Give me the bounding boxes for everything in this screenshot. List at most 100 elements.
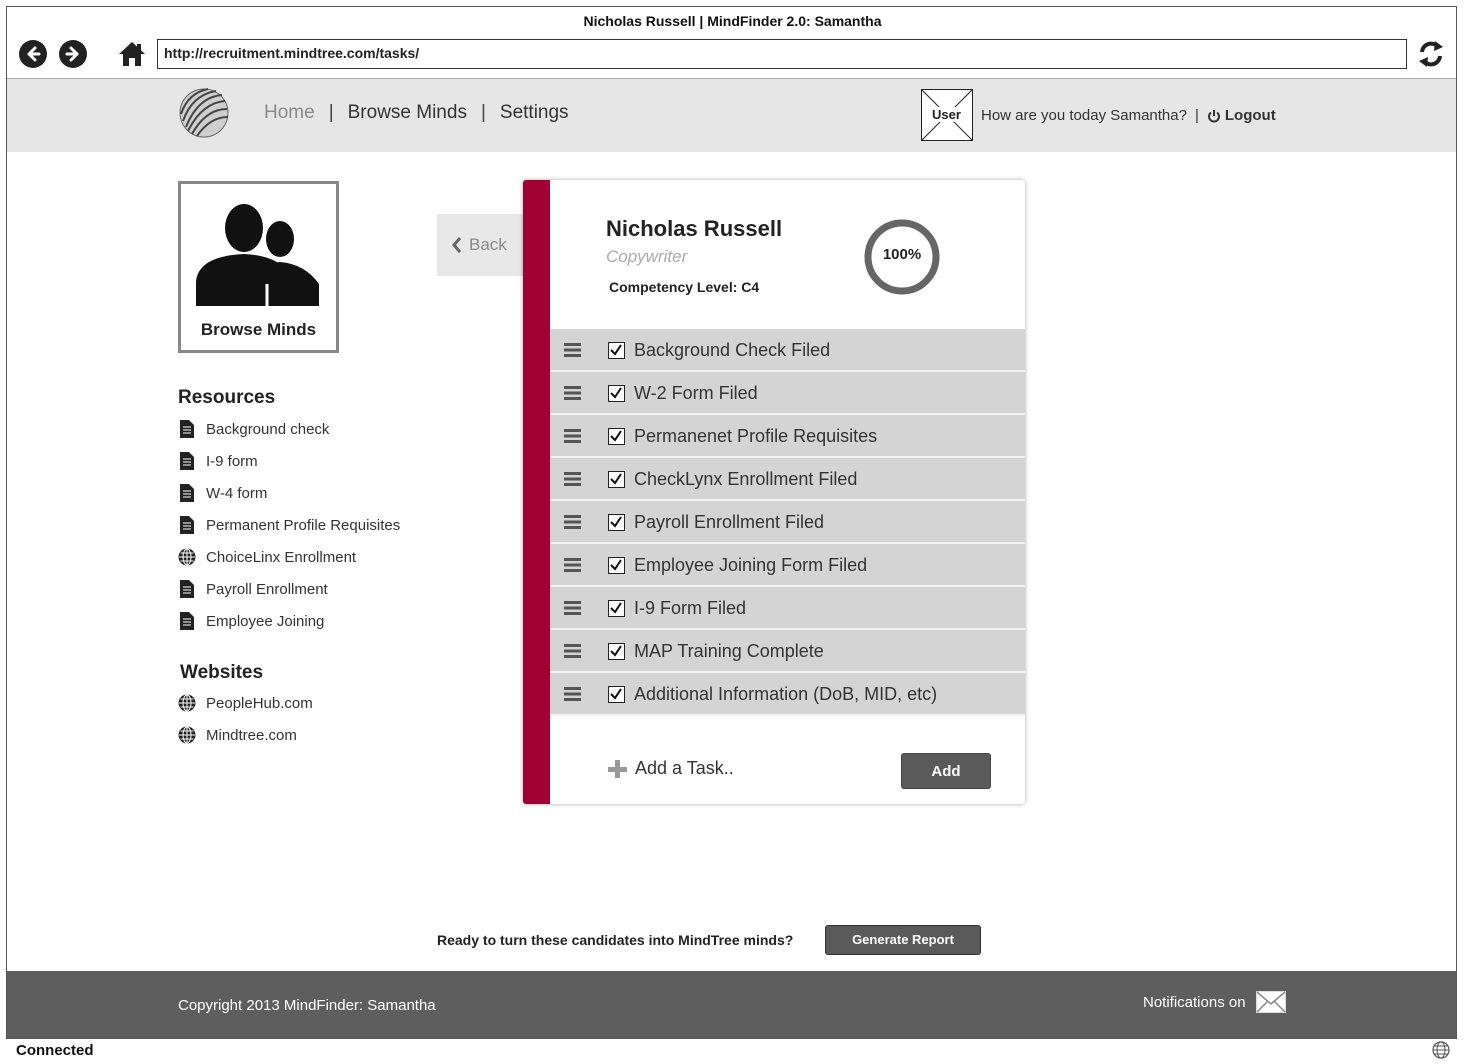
resource-label: Payroll Enrollment [206,580,328,598]
user-avatar-label: User [930,107,963,122]
refresh-button[interactable] [1416,38,1446,70]
resource-label: Background check [206,420,330,438]
copyright-text: Copyright 2013 MindFinder: Samantha [178,997,436,1014]
plus-icon [607,759,627,779]
task-row[interactable]: MAP Training Complete [550,630,1025,673]
card-accent-stripe [523,180,550,804]
completion-progress-ring: 100% [863,218,941,296]
resource-link-choicelinx[interactable]: ChoiceLinx Enrollment [178,547,356,567]
task-label: W-2 Form Filed [634,383,758,403]
globe-icon [178,547,196,567]
back-arrow-button[interactable] [19,40,47,68]
website-link-mindtree[interactable]: Mindtree.com [178,725,297,745]
browse-minds-card[interactable]: Browse Minds [178,181,339,353]
resource-link-permanent-profile[interactable]: Permanent Profile Requisites [178,515,400,535]
drag-handle-icon[interactable] [564,472,581,486]
task-label: Payroll Enrollment Filed [634,512,825,532]
globe-icon [178,725,196,745]
drag-handle-icon[interactable] [564,515,581,529]
candidate-task-card: Nicholas Russell Copywriter Competency L… [523,180,1025,804]
task-row[interactable]: Permanenet Profile Requisites [550,415,1025,458]
resource-link-payroll[interactable]: Payroll Enrollment [178,579,328,599]
envelope-icon [1255,991,1286,1013]
task-row[interactable]: W-2 Form Filed [550,372,1025,415]
report-prompt: Ready to turn these candidates into Mind… [437,932,794,948]
drag-handle-icon[interactable] [564,558,581,572]
task-list: Background Check Filed W-2 Form Filed Pe… [550,329,1025,716]
back-button[interactable]: Back [437,214,525,276]
task-row[interactable]: Employee Joining Form Filed [550,544,1025,587]
task-checkbox[interactable] [608,342,625,359]
website-link-peoplehub[interactable]: PeopleHub.com [178,693,313,713]
home-icon [119,42,145,66]
candidate-role: Copywriter [606,247,688,266]
task-checkbox[interactable] [608,600,625,617]
notifications-label: Notifications on [1143,993,1246,1011]
task-checkbox[interactable] [608,643,625,660]
resource-link-i9-form[interactable]: I-9 form [178,451,258,471]
browse-minds-label: Browse Minds [200,320,317,339]
document-icon [178,451,196,471]
nav-browse-minds-link[interactable]: Browse Minds [348,102,467,124]
task-label: Employee Joining Form Filed [634,555,868,575]
task-row[interactable]: CheckLynx Enrollment Filed [550,458,1025,501]
greeting-text: How are you today Samantha? [981,107,1187,124]
drag-handle-icon[interactable] [564,644,581,658]
resource-link-background-check[interactable]: Background check [178,419,329,439]
nav-home-link[interactable]: Home [264,102,315,124]
app-header: Home | Browse Minds | Settings User How … [7,78,1456,152]
home-button[interactable] [117,39,147,69]
add-task-input[interactable]: Add a Task.. [607,758,734,779]
resource-label: Employee Joining [206,612,325,630]
document-icon [178,419,196,439]
task-checkbox[interactable] [608,385,625,402]
task-row[interactable]: Background Check Filed [550,329,1025,372]
chevron-left-icon [452,237,462,253]
logout-link[interactable]: Logout [1225,107,1276,124]
task-checkbox[interactable] [608,514,625,531]
drag-handle-icon[interactable] [564,687,581,701]
page-footer: Copyright 2013 MindFinder: Samantha Noti… [7,971,1456,1038]
greeting-separator: | [1194,107,1199,124]
resources-title: Resources [178,387,276,408]
drag-handle-icon[interactable] [564,601,581,615]
task-checkbox[interactable] [608,557,625,574]
resource-label: ChoiceLinx Enrollment [206,548,357,566]
mindfinder-logo [178,87,230,139]
refresh-icon [1419,41,1443,67]
resource-label: W-4 form [206,484,268,502]
task-label: MAP Training Complete [634,641,824,661]
notifications-toggle[interactable]: Notifications on [1143,991,1286,1013]
task-row[interactable]: Payroll Enrollment Filed [550,501,1025,544]
task-row[interactable]: Additional Information (DoB, MID, etc) [550,673,1025,716]
task-label: CheckLynx Enrollment Filed [634,469,858,489]
drag-handle-icon[interactable] [564,429,581,443]
task-label: Permanenet Profile Requisites [634,426,878,446]
document-icon [178,483,196,503]
task-row[interactable]: I-9 Form Filed [550,587,1025,630]
drag-handle-icon[interactable] [564,386,581,400]
document-icon [178,579,196,599]
task-checkbox[interactable] [608,428,625,445]
generate-report-button[interactable]: Generate Report [825,925,981,955]
address-bar[interactable]: http://recruitment.mindtree.com/tasks/ [157,39,1407,69]
candidate-name: Nicholas Russell [606,216,783,241]
window-title: Nicholas Russell | MindFinder 2.0: Saman… [583,13,882,29]
add-task-button[interactable]: Add [901,753,991,789]
task-checkbox[interactable] [608,471,625,488]
add-task-placeholder: Add a Task.. [635,758,734,778]
resource-label: I-9 form [206,452,258,470]
user-avatar-placeholder[interactable]: User [921,89,973,141]
nav-separator: | [328,102,334,123]
resource-link-w4-form[interactable]: W-4 form [178,483,267,503]
resource-link-employee-joining[interactable]: Employee Joining [178,611,324,631]
forward-arrow-button[interactable] [59,40,87,68]
drag-handle-icon[interactable] [564,343,581,357]
globe-icon [178,693,196,713]
arrow-right-icon [65,46,79,62]
website-label: Mindtree.com [206,726,297,744]
globe-icon [1432,1041,1450,1059]
task-label: Background Check Filed [634,340,831,360]
task-checkbox[interactable] [608,686,625,703]
nav-settings-link[interactable]: Settings [500,102,569,124]
